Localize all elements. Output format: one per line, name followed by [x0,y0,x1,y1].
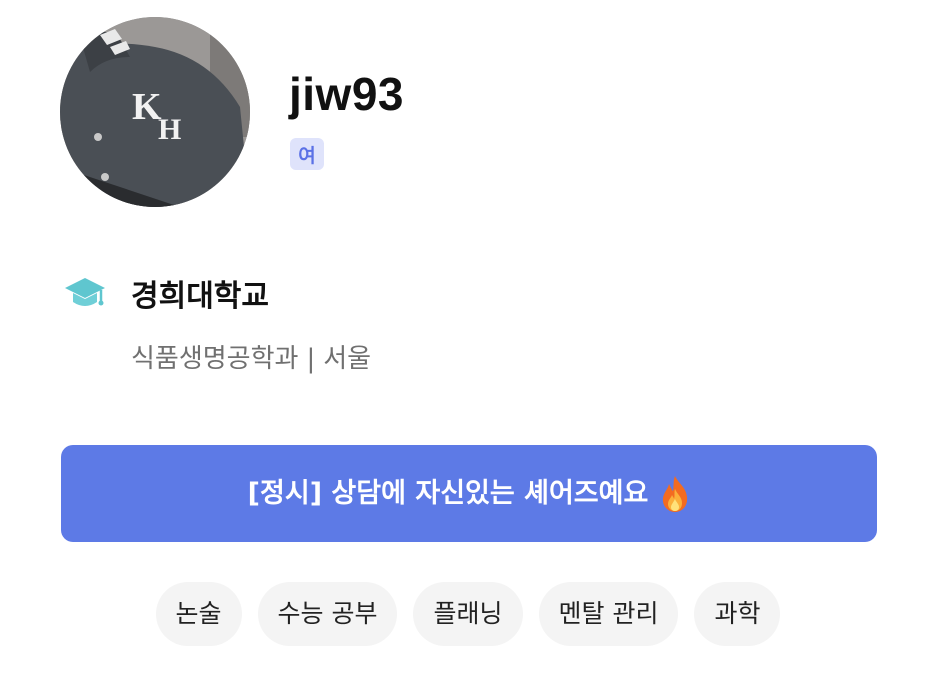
tag-chip[interactable]: 멘탈 관리 [538,582,679,646]
username: jiw93 [289,68,405,120]
tag-chip[interactable]: 논술 [155,582,242,646]
graduation-cap-icon [64,276,106,310]
school-name: 경희대학교 [131,279,269,314]
fire-icon [660,475,690,513]
avatar-photo: K H [60,17,250,207]
region: 서울 [323,344,372,374]
profile-page: K H jiw93 여 경희대학교 식품생명공학과 | 서울 [정시] 상담에 … [0,0,936,675]
tag-chip[interactable]: 수능 공부 [257,582,398,646]
interest-tags: 논술 수능 공부 플래닝 멘탈 관리 과학 [0,582,936,646]
svg-text:H: H [158,113,181,146]
tag-chip[interactable]: 플래닝 [413,582,523,646]
banner-text: [정시] 상담에 자신있는 셰어즈예요 [247,477,649,509]
school-details: 식품생명공학과 | 서울 [131,340,371,378]
tag-chip[interactable]: 과학 [694,582,781,646]
avatar[interactable]: K H [60,17,250,207]
consulting-banner[interactable]: [정시] 상담에 자신있는 셰어즈예요 [61,445,877,542]
major: 식품생명공학과 [131,344,299,374]
separator: | [306,344,316,374]
gender-badge: 여 [290,138,324,170]
